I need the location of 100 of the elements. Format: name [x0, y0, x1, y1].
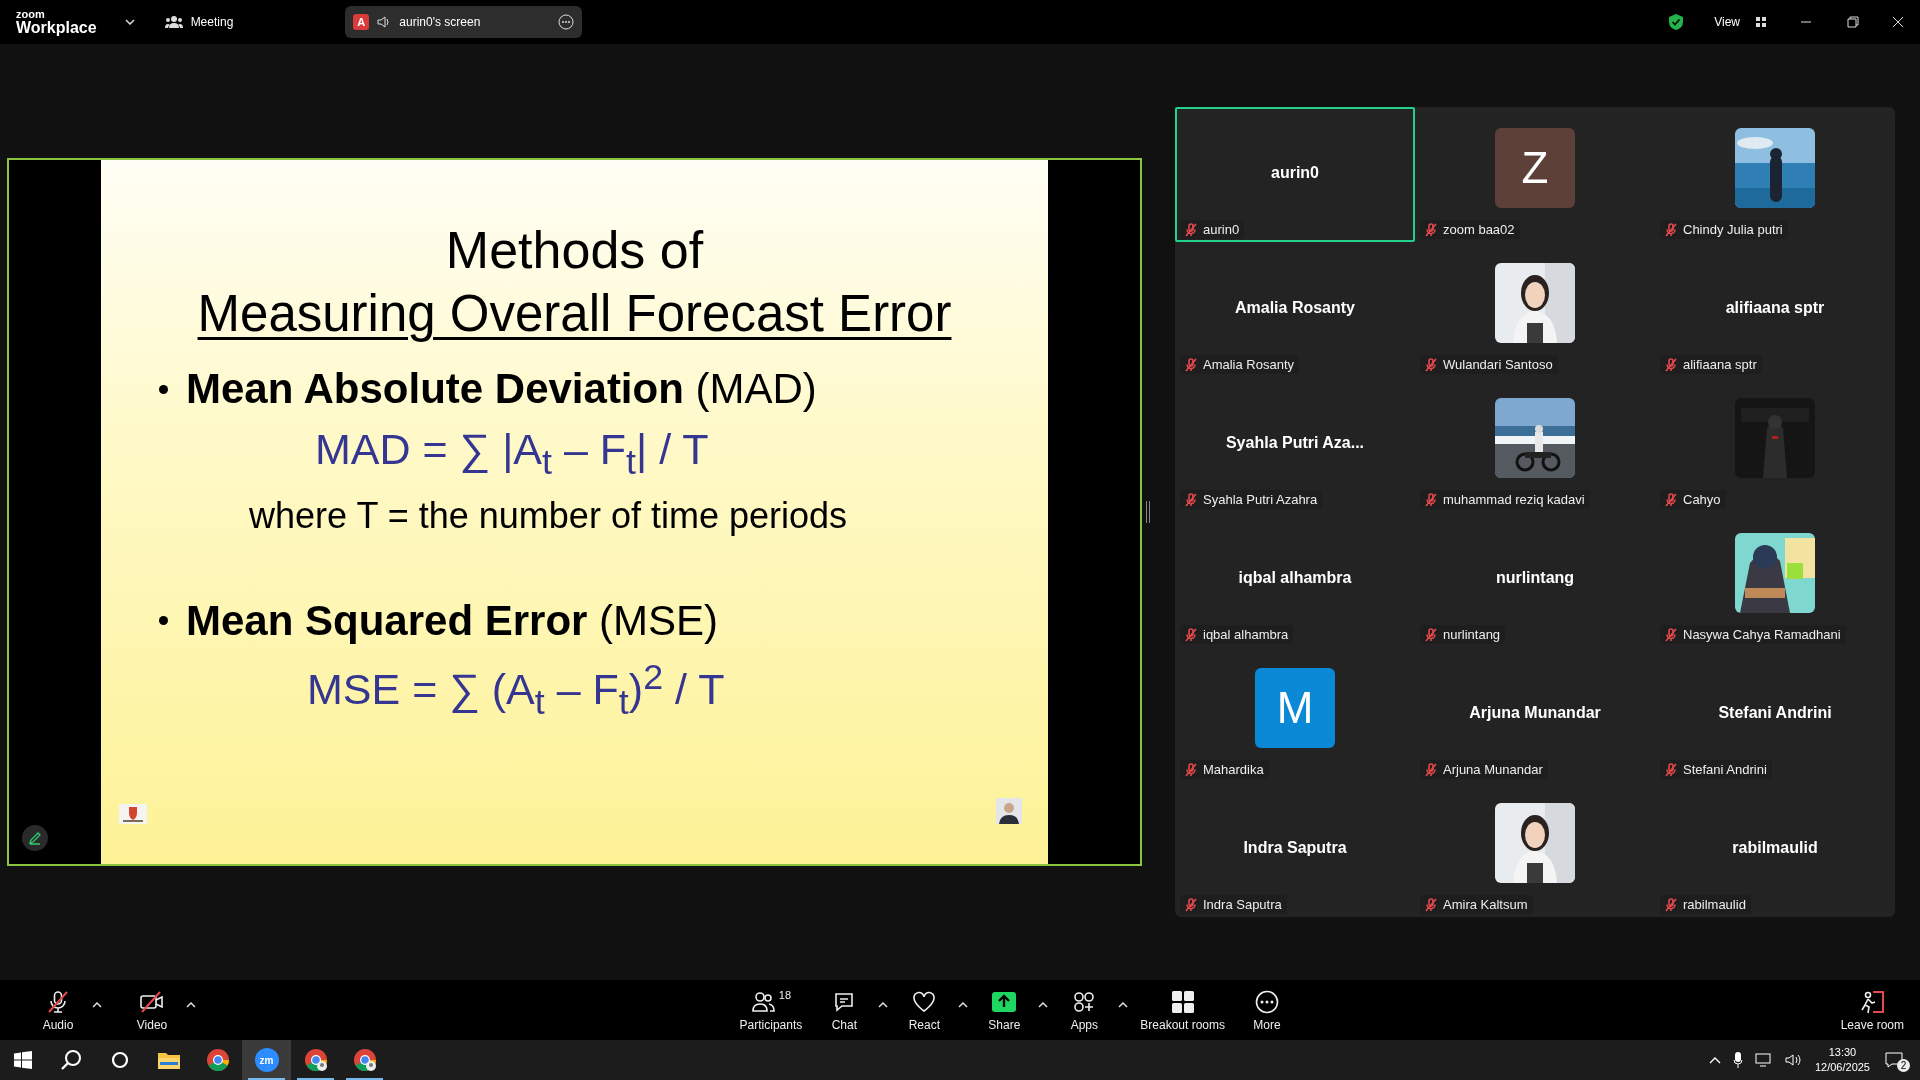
muted-mic-icon: [1425, 492, 1437, 507]
formula-note: where T = the number of time periods: [248, 494, 848, 537]
participant-name: Mahardika: [1203, 762, 1264, 777]
video-tile[interactable]: Wulandari Santoso: [1415, 242, 1655, 377]
initial-avatar: Z: [1495, 127, 1575, 208]
browser-icon[interactable]: [205, 1048, 230, 1072]
participant-name: aurin0: [1203, 222, 1240, 237]
annotate-button[interactable]: [22, 825, 48, 851]
participant-name: muhammad reziq kadavi: [1443, 492, 1585, 507]
participant-name: Arjuna Munandar: [1443, 762, 1543, 777]
video-tile[interactable]: rabilmaulid rabilmaulid: [1655, 782, 1895, 917]
people-icon: [164, 15, 183, 29]
participant-name: Syahla Putri Azahra: [1203, 492, 1318, 507]
share-status-pill[interactable]: A aurin0's screen: [345, 6, 583, 38]
share-label: aurin0's screen: [399, 15, 482, 29]
muted-mic-icon: [1665, 627, 1677, 642]
grid-icon[interactable]: [1756, 17, 1766, 27]
muted-mic-icon: [1425, 897, 1437, 912]
video-tile[interactable]: Cahyo: [1655, 377, 1895, 512]
caret-up-icon[interactable]: [958, 1002, 969, 1008]
bullet-icon: [159, 616, 168, 626]
volume-icon[interactable]: [1784, 1053, 1803, 1067]
slide-title: Measuring Overall Forecast Error: [197, 284, 952, 343]
participant-name: nurlintang: [1443, 627, 1501, 642]
video-tile[interactable]: Stefani Andrini Stefani Andrini: [1655, 647, 1895, 782]
view-label[interactable]: View: [1714, 15, 1740, 29]
caret-up-icon[interactable]: [92, 1002, 102, 1008]
participant-name: alifiaana sptr: [1683, 357, 1757, 372]
more-button[interactable]: More: [1237, 984, 1297, 1036]
browser-icon[interactable]: [352, 1048, 377, 1072]
participant-name: Arjuna Munandar: [1469, 703, 1601, 722]
video-tile[interactable]: M Mahardika: [1175, 647, 1415, 782]
video-tile[interactable]: nurlintang nurlintang: [1415, 512, 1655, 647]
video-tile[interactable]: Nasywa Cahya Ramadhani: [1655, 512, 1895, 647]
participant-name: Syahla Putri Aza...: [1225, 433, 1365, 452]
pencil-icon: [28, 831, 42, 845]
video-tile[interactable]: Arjuna Munandar Arjuna Munandar: [1415, 647, 1655, 782]
video-tile[interactable]: muhammad reziq kadavi: [1415, 377, 1655, 512]
video-tile[interactable]: iqbal alhambra iqbal alhambra: [1175, 512, 1415, 647]
muted-mic-icon: [1185, 897, 1197, 912]
logo-caption: zoom: [16, 8, 46, 20]
participant-name: aurin0: [1271, 163, 1319, 182]
folder-icon[interactable]: [156, 1050, 181, 1070]
circle-icon[interactable]: [110, 1051, 129, 1069]
share-icon: [991, 990, 1018, 1013]
caret-up-icon[interactable]: [1038, 1002, 1049, 1008]
meeting-label[interactable]: Meeting: [190, 15, 234, 29]
video-tile[interactable]: Syahla Putri Aza... Syahla Putri Azahra: [1175, 377, 1415, 512]
browser-icon[interactable]: [303, 1048, 328, 1072]
participant-name: Nasywa Cahya Ramadhani: [1683, 627, 1841, 642]
participant-name: Indra Saputra: [1203, 897, 1282, 912]
video-tile[interactable]: alifiaana sptr alifiaana sptr: [1655, 242, 1895, 377]
muted-mic-icon: [1425, 627, 1437, 642]
video-tile[interactable]: Indra Saputra Indra Saputra: [1175, 782, 1415, 917]
caret-up-icon[interactable]: [186, 1002, 196, 1008]
video-tile[interactable]: Chindy Julia putri: [1655, 107, 1895, 242]
muted-mic-icon: [1665, 357, 1677, 372]
video-button[interactable]: Video: [122, 984, 182, 1036]
leave-button[interactable]: Leave room: [1834, 984, 1910, 1036]
muted-mic-icon: [1665, 762, 1677, 777]
share-button[interactable]: Share: [974, 984, 1035, 1036]
participants-button[interactable]: 18 Participants: [733, 984, 809, 1036]
audio-button[interactable]: Audio: [28, 984, 88, 1036]
windows-start-icon[interactable]: [14, 1051, 32, 1069]
muted-mic-icon: [1185, 492, 1197, 507]
mic-icon[interactable]: [1732, 1052, 1743, 1068]
network-icon[interactable]: [1754, 1053, 1773, 1067]
muted-mic-icon: [46, 989, 70, 1014]
participant-name: Stefani Andrini: [1683, 762, 1767, 777]
search-icon[interactable]: [59, 1049, 82, 1071]
participant-name: Amalia Rosanty: [1234, 298, 1355, 317]
participant-name: iqbal alhambra: [1238, 568, 1352, 587]
app-logo: Workplace: [16, 19, 97, 36]
initial-avatar: M: [1255, 667, 1335, 748]
caret-icon[interactable]: [124, 19, 135, 25]
caret-up-icon[interactable]: [1118, 1002, 1129, 1008]
clock-date[interactable]: 12/06/2025: [1814, 1060, 1870, 1075]
clock-time[interactable]: 13:30: [1828, 1045, 1857, 1060]
video-tile[interactable]: Amira Kaltsum: [1415, 782, 1655, 917]
bullet-heading: Mean Squared Error (MSE): [186, 596, 719, 645]
muted-mic-icon: [1665, 222, 1677, 237]
muted-mic-icon: [1425, 357, 1437, 372]
participant-name: Stefani Andrini: [1718, 703, 1832, 722]
user-badge: A: [353, 14, 370, 30]
muted-mic-icon: [1185, 762, 1197, 777]
caret-up-icon[interactable]: [878, 1002, 889, 1008]
video-tile[interactable]: Z zoom baa02: [1415, 107, 1655, 242]
resize-handle[interactable]: [1146, 501, 1150, 523]
react-button[interactable]: React: [894, 984, 955, 1036]
participant-name: Amira Kaltsum: [1443, 897, 1528, 912]
muted-mic-icon: [1185, 222, 1197, 237]
chat-button[interactable]: Chat: [814, 984, 875, 1036]
more-icon[interactable]: [558, 14, 575, 30]
apps-button[interactable]: Apps: [1054, 984, 1115, 1036]
breakout-button[interactable]: Breakout rooms: [1134, 984, 1231, 1036]
video-tile[interactable]: Amalia Rosanty Amalia Rosanty: [1175, 242, 1415, 377]
muted-mic-icon: [1425, 762, 1437, 777]
video-tile[interactable]: aurin0 aurin0: [1175, 107, 1415, 242]
shield-icon[interactable]: [1668, 13, 1685, 31]
more-icon: [1255, 989, 1279, 1014]
